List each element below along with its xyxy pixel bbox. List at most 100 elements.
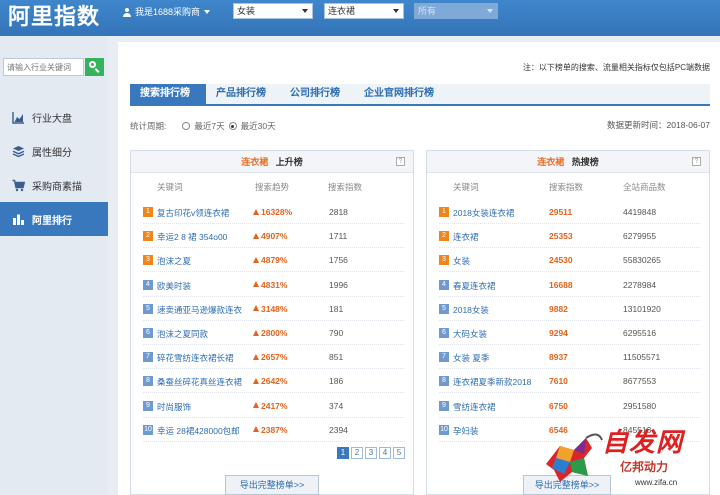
table-row: 9 雪纺连衣裙 6750 2951580 bbox=[439, 394, 701, 418]
rank-badge: 1 bbox=[143, 207, 153, 217]
industry-search-input[interactable] bbox=[3, 58, 84, 76]
rank-badge: 5 bbox=[143, 303, 153, 314]
keyword-link[interactable]: 女装 夏季 bbox=[453, 352, 489, 364]
sidebar-item-label: 行业大盘 bbox=[32, 113, 72, 125]
keyword-link[interactable]: 欧美时装 bbox=[157, 280, 191, 292]
product-count: 2951580 bbox=[623, 400, 657, 411]
keyword-link[interactable]: 幸运2 8 裙 354o00 bbox=[157, 231, 227, 243]
user-menu[interactable]: 我是1688采购商 bbox=[122, 0, 211, 24]
keyword-link[interactable]: 雪纺连衣裙 bbox=[453, 401, 496, 413]
keyword-link[interactable]: 2018女装 bbox=[453, 304, 489, 316]
help-icon[interactable]: ? bbox=[396, 157, 405, 166]
layers-icon bbox=[12, 145, 25, 158]
panel-title: 热搜榜 bbox=[571, 157, 599, 167]
search-icon[interactable] bbox=[85, 58, 104, 76]
keyword-link[interactable]: 泡沫之夏同款 bbox=[157, 328, 208, 340]
table-row: 6 泡沫之夏同款 2800% 790 bbox=[143, 321, 405, 345]
rank-badge: 4 bbox=[439, 279, 449, 290]
keyword-link[interactable]: 幸运 28裙428000包邮 bbox=[157, 425, 240, 437]
search-trend: 4879% bbox=[253, 255, 287, 265]
sidebar-item-buyers[interactable]: 采购商素描 bbox=[0, 168, 108, 202]
column-header: 搜索指数 bbox=[328, 182, 363, 192]
subcategory-select-value: 连衣裙 bbox=[328, 6, 356, 16]
ranking-tabs: 搜索排行榜 产品排行榜 公司排行榜 企业官网排行榜 bbox=[130, 84, 710, 106]
export-rising-button[interactable]: 导出完整榜单>> bbox=[225, 475, 319, 495]
rising-panel-header: 连衣裙 上升榜 ? bbox=[131, 151, 413, 173]
rank-badge: 5 bbox=[439, 303, 449, 314]
search-trend: 4907% bbox=[253, 231, 287, 241]
keyword-link[interactable]: 大码女装 bbox=[453, 328, 487, 340]
category-select[interactable]: 女装 bbox=[233, 3, 313, 19]
search-index: 7610 bbox=[549, 376, 568, 387]
third-level-select[interactable]: 所有 bbox=[414, 3, 498, 19]
column-header: 搜索指数 bbox=[549, 182, 584, 192]
search-trend-value: 16328% bbox=[261, 207, 293, 217]
search-index: 186 bbox=[329, 376, 344, 387]
keyword-link[interactable]: 连衣裙夏季新款2018 bbox=[453, 376, 531, 388]
search-index: 374 bbox=[329, 400, 344, 411]
arrow-up-icon bbox=[253, 329, 259, 336]
sidebar-item-attributes[interactable]: 属性细分 bbox=[0, 134, 108, 168]
search-index: 8937 bbox=[549, 352, 568, 363]
sidebar-item-label: 属性细分 bbox=[32, 147, 72, 159]
period-7d-radio[interactable] bbox=[182, 122, 191, 130]
watermark-subtitle: 亿邦动力 bbox=[620, 460, 669, 474]
sidebar-search bbox=[3, 58, 104, 76]
page-button[interactable]: 5 bbox=[393, 447, 405, 459]
search-trend: 16328% bbox=[253, 207, 292, 217]
table-row: 8 连衣裙夏季新款2018 7610 8677553 bbox=[439, 369, 701, 394]
page-button[interactable]: 3 bbox=[365, 447, 377, 459]
keyword-link[interactable]: 速卖通亚马逊爆款连衣 bbox=[157, 304, 242, 316]
page-button[interactable]: 2 bbox=[351, 447, 363, 459]
arrow-up-icon bbox=[253, 305, 259, 312]
table-header: 关键词 搜索指数 全站商品数 bbox=[427, 181, 709, 195]
page-button[interactable]: 1 bbox=[337, 447, 349, 459]
search-index: 851 bbox=[329, 352, 344, 363]
product-count: 8677553 bbox=[623, 376, 657, 387]
search-trend-value: 2387% bbox=[261, 424, 288, 435]
keyword-link[interactable]: 桑蚕丝碎花真丝连衣裙 bbox=[157, 376, 242, 388]
period-30d-radio[interactable] bbox=[228, 122, 237, 130]
tab-search-ranking[interactable]: 搜索排行榜 bbox=[130, 84, 206, 104]
keyword-link[interactable]: 孕妇装 bbox=[453, 425, 479, 437]
table-row: 4 欧美时装 4831% 1996 bbox=[143, 273, 405, 297]
subcategory-select[interactable]: 连衣裙 bbox=[324, 3, 404, 19]
table-row: 8 桑蚕丝碎花真丝连衣裙 2642% 186 bbox=[143, 369, 405, 394]
tab-company-ranking[interactable]: 公司排行榜 bbox=[280, 84, 350, 104]
search-index: 181 bbox=[329, 303, 344, 314]
keyword-link[interactable]: 春夏连衣裙 bbox=[453, 280, 496, 292]
tab-enterprise-site-ranking[interactable]: 企业官网排行榜 bbox=[354, 84, 444, 104]
search-index: 25353 bbox=[549, 231, 573, 242]
sidebar-item-industry[interactable]: 行业大盘 bbox=[0, 100, 108, 134]
tab-product-ranking[interactable]: 产品排行榜 bbox=[206, 84, 276, 104]
search-trend: 2642% bbox=[253, 376, 287, 386]
rank-badge: 10 bbox=[143, 424, 153, 435]
column-header: 关键词 bbox=[453, 182, 479, 192]
product-count: 13101920 bbox=[623, 303, 661, 314]
sidebar-item-label: 阿里排行 bbox=[32, 215, 72, 227]
panel-keyword: 连衣裙 bbox=[537, 157, 565, 167]
period-30d-label[interactable]: 最近30天 bbox=[241, 120, 276, 132]
keyword-link[interactable]: 泡沫之夏 bbox=[157, 255, 191, 267]
help-icon[interactable]: ? bbox=[692, 157, 701, 166]
search-index: 1996 bbox=[329, 279, 348, 290]
rank-badge: 4 bbox=[143, 279, 153, 290]
table-row: 10 幸运 28裙428000包邮 2387% 2394 bbox=[143, 418, 405, 442]
page-button[interactable]: 4 bbox=[379, 447, 391, 459]
keyword-link[interactable]: 时尚服饰 bbox=[157, 401, 191, 413]
table-row: 7 女装 夏季 8937 11505571 bbox=[439, 345, 701, 370]
keyword-link[interactable]: 2018女装连衣裙 bbox=[453, 207, 514, 219]
rising-panel: 连衣裙 上升榜 ? 关键词 搜索趋势 搜索指数 1 复古印花v领连衣裙 16328%… bbox=[130, 150, 414, 495]
period-7d-label[interactable]: 最近7天 bbox=[194, 120, 224, 132]
keyword-link[interactable]: 碎花雪纺连衣裙长裙 bbox=[157, 352, 234, 364]
search-index: 24530 bbox=[549, 255, 573, 266]
keyword-link[interactable]: 女装 bbox=[453, 255, 470, 267]
watermark: 自发网 亿邦动力 www.zifa.cn bbox=[540, 420, 720, 495]
app-logo[interactable]: 阿里指数 bbox=[8, 0, 100, 36]
panel-keyword: 连衣裙 bbox=[241, 157, 269, 167]
product-count: 6295516 bbox=[623, 328, 657, 338]
keyword-link[interactable]: 复古印花v领连衣裙 bbox=[157, 207, 229, 219]
sidebar-item-ranking[interactable]: 阿里排行 bbox=[0, 202, 108, 236]
search-trend-value: 2642% bbox=[261, 376, 288, 387]
keyword-link[interactable]: 连衣裙 bbox=[453, 231, 479, 243]
